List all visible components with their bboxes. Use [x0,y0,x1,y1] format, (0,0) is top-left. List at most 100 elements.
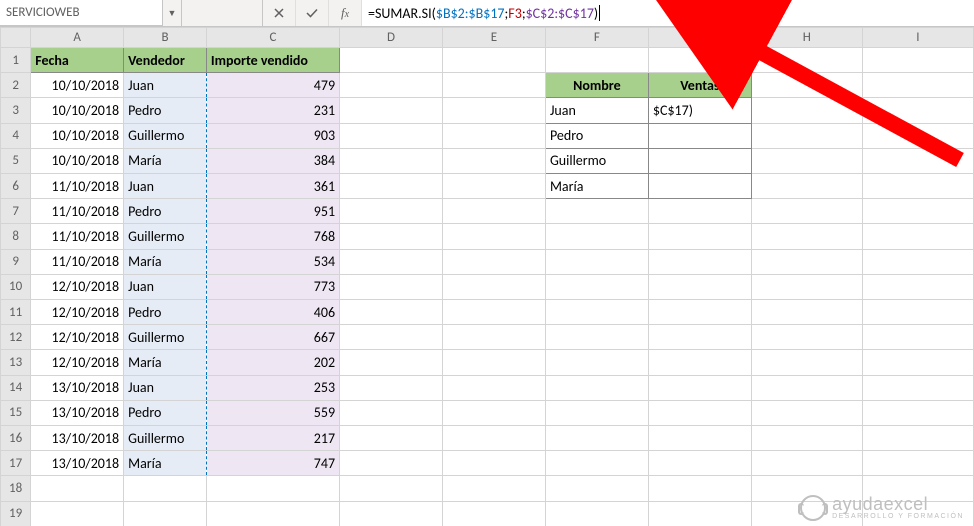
cell-I11[interactable] [862,300,973,325]
cell-A12[interactable]: 12/10/2018 [31,325,124,350]
cell-D17[interactable] [340,451,443,476]
cell-E17[interactable] [443,451,546,476]
cell-I7[interactable] [862,199,973,224]
cell-B2[interactable]: Juan [124,73,207,98]
cell-C10[interactable]: 773 [206,274,339,299]
cell-H10[interactable] [751,274,862,299]
cell-F10[interactable] [545,274,648,299]
cell-G3[interactable]: $C$17) [648,98,751,123]
cell-G5[interactable] [648,148,751,173]
cell-E7[interactable] [443,199,546,224]
row-header-15[interactable]: 15 [1,400,31,425]
cell-I18[interactable] [862,476,973,501]
cell-F15[interactable] [545,400,648,425]
cell-I3[interactable] [862,98,973,123]
cell-E2[interactable] [443,73,546,98]
cell-E14[interactable] [443,375,546,400]
col-header-A[interactable]: A [31,28,124,48]
insert-function-button[interactable]: fx [329,0,362,26]
cell-I14[interactable] [862,375,973,400]
row-header-6[interactable]: 6 [1,174,31,199]
cell-I8[interactable] [862,224,973,249]
cell-F8[interactable] [545,224,648,249]
cell-A1[interactable]: Fecha [31,48,124,73]
row-header-4[interactable]: 4 [1,123,31,148]
cell-C1[interactable]: Importe vendido [206,48,339,73]
cell-H8[interactable] [751,224,862,249]
cell-B5[interactable]: María [124,148,207,173]
cell-I16[interactable] [862,426,973,451]
cell-F3[interactable]: Juan [545,98,648,123]
cell-C15[interactable]: 559 [206,400,339,425]
cell-F6[interactable]: María [545,174,648,199]
cell-B12[interactable]: Guillermo [124,325,207,350]
cell-D10[interactable] [340,274,443,299]
cell-D14[interactable] [340,375,443,400]
cell-C19[interactable] [206,501,339,526]
cell-B17[interactable]: María [124,451,207,476]
cell-E8[interactable] [443,224,546,249]
select-all-corner[interactable] [1,28,31,48]
cell-I10[interactable] [862,274,973,299]
cell-G18[interactable] [648,476,751,501]
col-header-B[interactable]: B [124,28,207,48]
cell-C18[interactable] [206,476,339,501]
row-header-11[interactable]: 11 [1,300,31,325]
cell-H12[interactable] [751,325,862,350]
cell-C9[interactable]: 534 [206,249,339,274]
cell-A7[interactable]: 11/10/2018 [31,199,124,224]
cell-D19[interactable] [340,501,443,526]
cell-B11[interactable]: Pedro [124,300,207,325]
cell-G6[interactable] [648,174,751,199]
cell-C4[interactable]: 903 [206,123,339,148]
cell-H15[interactable] [751,400,862,425]
cell-F18[interactable] [545,476,648,501]
cell-A4[interactable]: 10/10/2018 [31,123,124,148]
cell-I17[interactable] [862,451,973,476]
cell-I6[interactable] [862,174,973,199]
cell-E9[interactable] [443,249,546,274]
cell-H18[interactable] [751,476,862,501]
cell-E13[interactable] [443,350,546,375]
row-header-9[interactable]: 9 [1,249,31,274]
cell-A15[interactable]: 13/10/2018 [31,400,124,425]
cell-G16[interactable] [648,426,751,451]
cell-G15[interactable] [648,400,751,425]
cell-G4[interactable] [648,123,751,148]
cell-D8[interactable] [340,224,443,249]
cell-C13[interactable]: 202 [206,350,339,375]
cell-H11[interactable] [751,300,862,325]
cell-I12[interactable] [862,325,973,350]
cell-E11[interactable] [443,300,546,325]
cell-D5[interactable] [340,148,443,173]
cell-A9[interactable]: 11/10/2018 [31,249,124,274]
cell-G10[interactable] [648,274,751,299]
row-header-3[interactable]: 3 [1,98,31,123]
cell-C3[interactable]: 231 [206,98,339,123]
row-header-10[interactable]: 10 [1,274,31,299]
cell-A3[interactable]: 10/10/2018 [31,98,124,123]
cell-F1[interactable] [545,48,648,73]
col-header-F[interactable]: F [545,28,648,48]
cell-D15[interactable] [340,400,443,425]
row-header-18[interactable]: 18 [1,476,31,501]
cell-F14[interactable] [545,375,648,400]
cell-A11[interactable]: 12/10/2018 [31,300,124,325]
cell-H17[interactable] [751,451,862,476]
cell-C16[interactable]: 217 [206,426,339,451]
cell-A6[interactable]: 11/10/2018 [31,174,124,199]
cell-C6[interactable]: 361 [206,174,339,199]
cell-C5[interactable]: 384 [206,148,339,173]
cell-B13[interactable]: María [124,350,207,375]
cell-G13[interactable] [648,350,751,375]
cell-F19[interactable] [545,501,648,526]
cell-B6[interactable]: Juan [124,174,207,199]
cell-D3[interactable] [340,98,443,123]
cell-I4[interactable] [862,123,973,148]
cell-I13[interactable] [862,350,973,375]
cell-C12[interactable]: 667 [206,325,339,350]
cell-E15[interactable] [443,400,546,425]
cell-G17[interactable] [648,451,751,476]
col-header-H[interactable]: H [751,28,862,48]
cell-A2[interactable]: 10/10/2018 [31,73,124,98]
